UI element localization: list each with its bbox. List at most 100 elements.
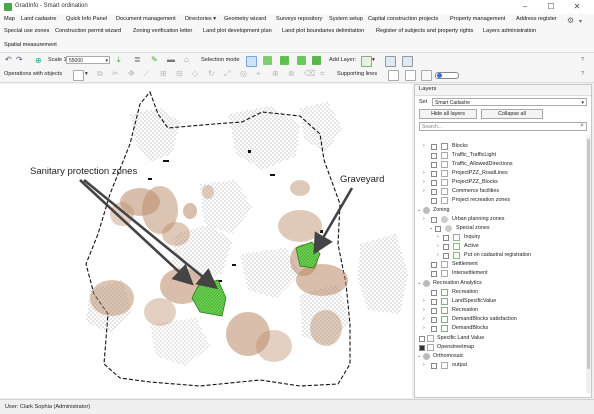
sanitary-zone	[296, 264, 348, 296]
edit-pencil-icon[interactable]: ✎	[151, 55, 158, 64]
tools-icon[interactable]: ⚙	[567, 16, 574, 25]
title-bar: GradInfo - Smart ordination – ☐ ✕	[0, 0, 594, 15]
menu-property-management[interactable]: Property management	[450, 16, 505, 22]
supporting-lines-angle-icon[interactable]	[421, 70, 432, 81]
layers-stack-icon[interactable]: ≣	[134, 55, 141, 64]
app-logo-icon	[4, 3, 12, 11]
menu-land-plot-development[interactable]: Land plot development plan	[203, 28, 272, 34]
menu-layers-administration[interactable]: Layers administration	[483, 28, 536, 34]
hide-all-layers-button[interactable]: Hide all layers	[419, 109, 477, 119]
sanitary-zone	[256, 330, 292, 362]
supporting-lines-grid-icon[interactable]	[405, 70, 416, 81]
minimize-icon[interactable]: –	[514, 0, 536, 14]
add-layer-icon[interactable]	[361, 56, 372, 67]
layer-label: output	[452, 362, 467, 368]
select-circle-icon[interactable]	[297, 56, 306, 65]
operation-select-icon[interactable]	[73, 70, 84, 81]
menu-register-subjects[interactable]: Register of subjects and property rights	[376, 28, 473, 34]
layers-panel: Layers Set Smart Cadastre ▾ Hide all lay…	[414, 84, 592, 398]
op-cut-icon[interactable]: ✂	[112, 69, 119, 78]
menu-zoning-verification[interactable]: Zoning verification letter	[133, 28, 192, 34]
menu-construction-permit[interactable]: Construction permit wizard	[55, 28, 121, 34]
map-canvas[interactable]: Sanitary protection zones Graveyard	[0, 84, 412, 398]
layer-settings-icon[interactable]	[402, 56, 413, 67]
select-rectangle-icon[interactable]	[280, 56, 289, 65]
menu-map[interactable]: Map	[4, 16, 15, 22]
menu-directories[interactable]: Directories ▾	[185, 16, 216, 22]
add-layer-label: Add Layer:	[329, 57, 357, 63]
op-rotate-icon[interactable]: ↻	[208, 69, 215, 78]
collapse-all-button[interactable]: Collapse all	[481, 109, 543, 119]
add-layer-dropdown-icon[interactable]: ▾	[372, 57, 375, 63]
op-vertex-icon[interactable]: ◇	[192, 69, 198, 78]
help-icon[interactable]: ?	[581, 57, 584, 63]
menu-address-register[interactable]: Address register	[516, 16, 557, 22]
menu-spatial-measurement[interactable]: Spatial measurement	[4, 42, 57, 48]
layer-label: ProjectPZZ_RoadLines	[452, 170, 508, 176]
ruler-icon[interactable]: ▬	[167, 55, 175, 64]
layers-panel-header: Layers	[415, 85, 591, 96]
map-svg[interactable]: Sanitary protection zones Graveyard	[0, 84, 412, 398]
menu-geometry-wizard[interactable]: Geometry wizard	[224, 16, 266, 22]
window-title: GradInfo - Smart ordination	[15, 3, 88, 9]
operations-label: Operations with objects	[4, 71, 63, 77]
scrollbar-thumb[interactable]	[587, 139, 590, 369]
layer-search-placeholder: Search...	[422, 124, 443, 130]
layer-label: Traffic_AllowedDirections	[452, 161, 513, 167]
op-copy-icon[interactable]: ⧉	[97, 69, 103, 79]
select-pointer-icon[interactable]	[246, 56, 257, 67]
menu-capital-construction[interactable]: Capital construction projects	[368, 16, 438, 22]
dropdown-chevron-icon[interactable]: ▾	[579, 18, 582, 25]
close-icon[interactable]: ✕	[566, 0, 588, 14]
slider-thumb[interactable]	[437, 73, 442, 78]
op-snap-icon[interactable]: ⌖	[256, 69, 261, 79]
op-measure-icon[interactable]: ⌗	[320, 69, 325, 79]
layer-search-input[interactable]: Search... ⌕	[419, 122, 587, 131]
op-intersect-icon[interactable]: ⊗	[288, 69, 295, 78]
menu-special-use-zones[interactable]: Special use zones	[4, 28, 49, 34]
op-scale-icon[interactable]: ⤢	[224, 69, 230, 79]
menu-land-plot-boundaries[interactable]: Land plot boundaries delimitation	[282, 28, 364, 34]
operations-toolbar: Operations with objects ▾ ⧉ ✂ ✥ ⟋ ⊞ ⊟ ◇ …	[0, 68, 594, 83]
download-icon[interactable]: ⤓	[117, 55, 121, 65]
zoom-icon[interactable]: ⊕	[35, 56, 42, 65]
menu-land-cadastre[interactable]: Land cadastre	[21, 16, 56, 22]
set-label: Set	[419, 99, 428, 105]
supporting-lines-toggle-icon[interactable]	[388, 70, 399, 81]
menu-system-setup[interactable]: System setup	[329, 16, 363, 22]
menu-surveys-repository[interactable]: Surveys repository	[276, 16, 322, 22]
layer-set-select[interactable]: Smart Cadastre ▾	[432, 98, 587, 106]
maximize-icon[interactable]: ☐	[540, 0, 562, 14]
menu-document-management[interactable]: Document management	[116, 16, 176, 22]
op-merge-icon[interactable]: ⊞	[160, 69, 167, 78]
selection-mode-label: Selection mode	[201, 57, 240, 63]
op-buffer-icon[interactable]: ◎	[240, 69, 247, 78]
layer-label: Inquiry	[464, 234, 481, 240]
help-icon-2[interactable]: ?	[581, 71, 584, 77]
sanitary-zone	[183, 203, 197, 219]
select-line-icon[interactable]	[312, 56, 321, 65]
building-icon[interactable]: ⌂	[184, 55, 189, 64]
redo-icon[interactable]: ↷	[16, 55, 23, 64]
operation-dropdown-icon[interactable]: ▾	[85, 71, 88, 77]
layer-table-icon[interactable]	[385, 56, 396, 67]
layer-label: Blocks	[452, 143, 468, 149]
op-delete-icon[interactable]: ⌫	[304, 69, 315, 78]
menu-quick-info-panel[interactable]: Quick Info Panel	[66, 16, 107, 22]
hatch-area	[300, 102, 342, 152]
layer-label: Intersettlement	[452, 270, 488, 276]
sanitary-zone	[290, 180, 310, 196]
select-polygon-icon[interactable]	[263, 56, 272, 65]
op-split-icon[interactable]: ⊟	[176, 69, 183, 78]
layer-label: Recreation Analytics	[433, 280, 482, 286]
layers-scrollbar[interactable]	[586, 135, 591, 393]
op-draw-icon[interactable]: ⟋	[144, 69, 150, 79]
layer-label: Zoning	[433, 207, 450, 213]
op-union-icon[interactable]: ⊕	[272, 69, 279, 78]
layer-label: Traffic_TrafficLight	[452, 152, 497, 158]
undo-icon[interactable]: ↶	[5, 55, 12, 64]
scale-input[interactable]: 55000 ▾	[66, 56, 110, 64]
supporting-lines-slider[interactable]	[435, 72, 459, 79]
op-move-icon[interactable]: ✥	[128, 69, 135, 78]
graveyard-arrow	[313, 187, 354, 255]
